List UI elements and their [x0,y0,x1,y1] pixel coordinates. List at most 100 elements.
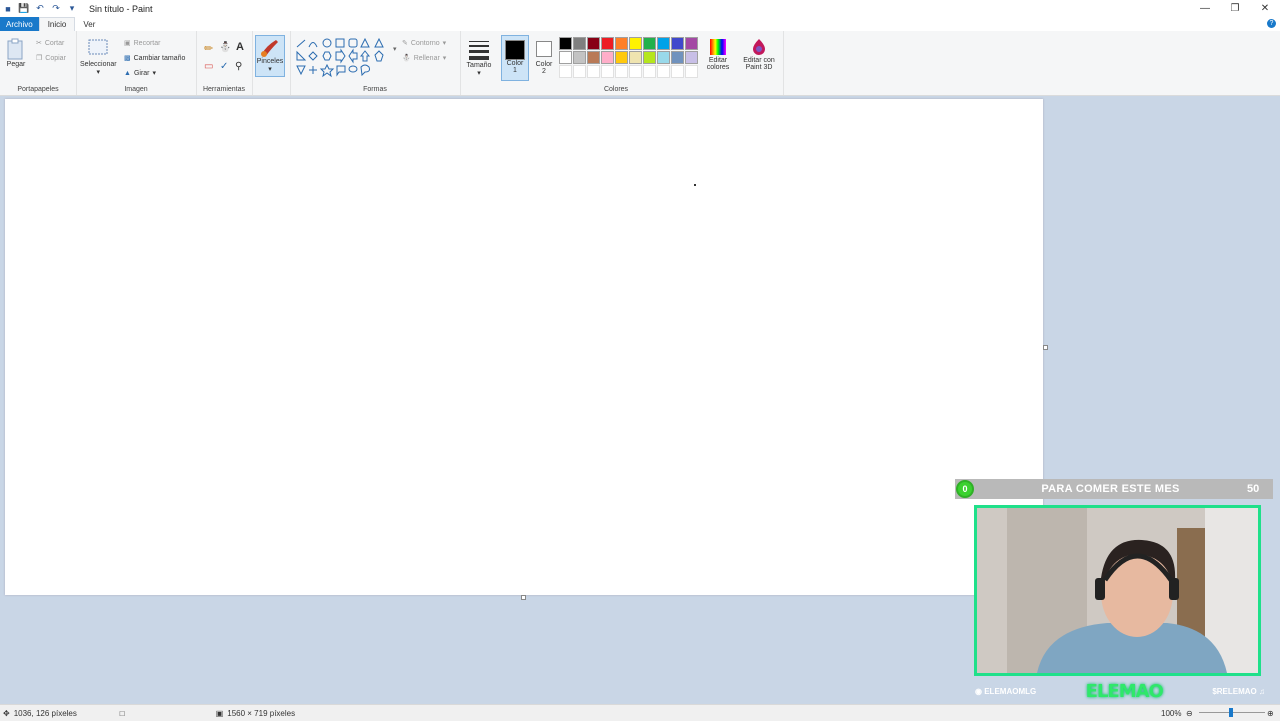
zoom-level: 100% [1161,708,1182,718]
goal-bar: 0 PARA COMER ESTE MES 50 [955,479,1273,499]
crop-icon: ▣ [124,40,131,47]
tab-ver[interactable]: Ver [75,17,103,31]
close-button[interactable]: ✕ [1250,0,1280,17]
color-palette [559,37,709,78]
selection-size-icon: □ [119,708,125,718]
chevron-down-icon: ▾ [442,40,447,47]
color-swatch[interactable] [601,51,614,64]
color1-button[interactable]: Color 1 [501,35,529,81]
color-swatch[interactable] [671,51,684,64]
edit-colors-label: Editar colores [706,57,730,71]
zoom-out-icon[interactable]: ⊖ [1186,709,1193,718]
fill-label: Rellenar [413,54,440,62]
instagram-icon: ◉ [975,686,982,696]
selection-icon [88,39,108,55]
color2-label: Color 2 [535,61,553,75]
cut-label: Cortar [44,39,65,47]
paint3d-button[interactable]: Editar con Paint 3D [737,37,781,71]
window-title: Sin título - Paint [89,3,153,14]
webcam-person-image [977,508,1258,673]
color1-label: Color 1 [506,60,524,74]
cut-button[interactable]: ✂ Cortar [36,39,65,48]
color-swatch[interactable] [587,37,600,50]
color-swatch[interactable] [615,51,628,64]
minimize-button[interactable]: — [1190,0,1220,17]
paste-button[interactable]: Pegar [6,37,26,68]
copy-button[interactable]: ❐ Copiar [36,54,66,63]
crop-button[interactable]: ▣ Recortar [124,39,160,48]
tab-archivo[interactable]: Archivo [0,17,39,31]
color-swatch[interactable] [643,37,656,50]
tab-inicio[interactable]: Inicio [38,17,76,31]
color-swatch[interactable] [601,37,614,50]
edit-colors-button[interactable]: Editar colores [703,37,733,71]
channel-logo: ELEMAO [1085,680,1164,702]
color-swatch[interactable] [657,51,670,64]
fill-bucket-icon[interactable]: ⛄ [219,42,231,53]
color-swatch[interactable] [559,51,572,64]
color-swatch[interactable] [671,37,684,50]
canvas-dot [694,184,696,186]
paint-app-icon: ■ [5,3,11,14]
group-label-herramientas: Herramientas [202,86,245,93]
help-icon[interactable]: ? [1267,19,1276,28]
color-swatch[interactable] [629,37,642,50]
color-swatch[interactable] [559,37,572,50]
color-swatch-empty[interactable] [657,65,670,78]
color-swatch[interactable] [685,51,698,64]
customize-quick-access-icon[interactable]: ▾ [67,3,77,14]
color-swatch-empty[interactable] [685,65,698,78]
color-swatch-empty[interactable] [559,65,572,78]
paste-label: Pegar [6,61,26,68]
brushes-button[interactable]: Pinceles ▾ [255,35,285,77]
pencil-icon[interactable]: ✏ [204,42,213,55]
rotate-icon: ▲ [124,69,131,77]
undo-icon[interactable]: ↶ [35,3,45,14]
color-swatch[interactable] [573,37,586,50]
color-wheel-icon [710,39,726,55]
color-swatch[interactable] [643,51,656,64]
color-swatch[interactable] [629,51,642,64]
rotate-button[interactable]: ▲ Girar ▾ [124,69,156,78]
color-swatch-empty[interactable] [573,65,586,78]
copy-icon: ❐ [36,55,43,62]
brush-icon [261,40,278,57]
color-swatch[interactable] [615,37,628,50]
chevron-down-icon: ▾ [477,70,481,77]
resize-handle-right[interactable] [1043,345,1048,350]
color-swatch[interactable] [685,37,698,50]
color-swatch[interactable] [573,51,586,64]
color-swatch-empty[interactable] [601,65,614,78]
shapes-gallery[interactable] [295,38,391,78]
color-swatch-empty[interactable] [671,65,684,78]
fill-button[interactable]: ⛄ Rellenar ▾ [402,54,446,63]
color-swatch[interactable] [657,37,670,50]
color-swatch-empty[interactable] [629,65,642,78]
color-swatch-empty[interactable] [643,65,656,78]
redo-icon[interactable]: ↷ [51,3,61,14]
resize-handle-bottom[interactable] [521,595,526,600]
save-icon[interactable]: 💾 [18,3,29,14]
zoom-in-icon[interactable]: ⊕ [1267,709,1274,718]
custom-colors-row [559,65,709,78]
outline-button[interactable]: ✎ Contorno ▾ [402,39,447,48]
brushes-label: Pinceles [256,58,284,65]
resize-button[interactable]: ▩ Cambiar tamaño [124,54,185,63]
text-tool-icon[interactable]: A [236,41,244,53]
drawing-canvas[interactable] [5,99,1043,595]
color-swatch[interactable] [587,51,600,64]
color-swatch-empty[interactable] [615,65,628,78]
social-strip: ◉ ELEMAOMLG ELEMAO $RELEMAO ♫ [975,680,1265,702]
color2-button[interactable]: Color 2 [531,35,557,75]
magnifier-icon[interactable]: ⚲ [235,61,242,72]
eraser-icon[interactable]: ▭ [204,61,213,72]
rotate-label: Girar [133,69,150,77]
shapes-scroll-icon[interactable]: ▾ [393,45,397,53]
select-button[interactable]: Seleccionar ▾ [80,37,117,76]
instagram-handle: ◉ ELEMAOMLG [975,687,1036,696]
color-picker-icon[interactable]: ✓ [220,61,228,72]
zoom-slider-thumb[interactable] [1229,708,1233,717]
color-swatch-empty[interactable] [587,65,600,78]
size-button[interactable]: Tamaño ▾ [464,38,494,77]
restore-button[interactable]: ❐ [1220,0,1250,17]
